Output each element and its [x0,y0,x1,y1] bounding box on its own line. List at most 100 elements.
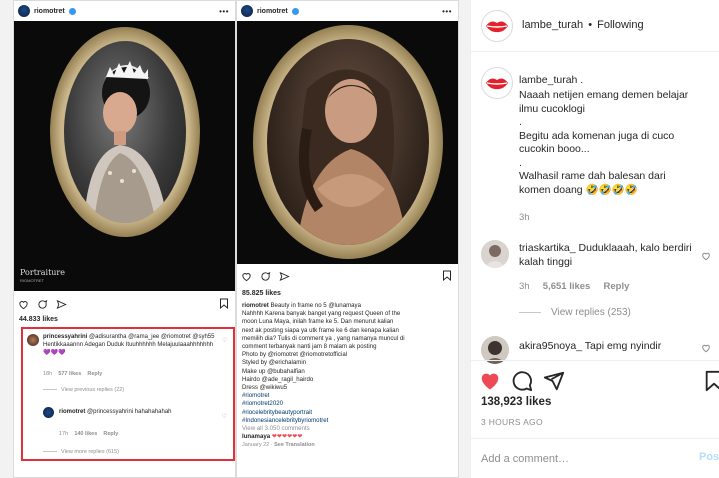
brand-watermark: Portraiture [20,268,65,277]
comment-reply: Reply [87,371,103,377]
more-options-icon: ••• [219,6,229,16]
ornate-frame [253,25,443,259]
post-actions [18,297,67,311]
view-replies-button[interactable]: View replies (253) [519,307,631,318]
comment-icon[interactable] [511,370,533,392]
woman-portrait-illustration [297,69,407,245]
bookmark-icon[interactable] [703,370,719,392]
heart-filled-icon[interactable] [479,370,501,392]
post-username: riomotret [34,7,65,15]
comment-text: princessyahrini @adisurantha @rama_jee @… [43,333,218,357]
post-actions [241,269,290,283]
caption-author: lambe_turah . [519,74,583,86]
caption-hashtag: #riomotret [242,392,270,400]
comment-likes[interactable]: 5,651 likes [543,281,591,292]
comment-username[interactable]: triaskartika_ [519,242,576,254]
avatar[interactable] [481,10,513,42]
caption-hashtag: #riocelebritybeautyportrait [242,408,313,416]
share-icon[interactable] [543,370,565,392]
bookmark-icon [443,270,451,281]
comment-meta: 18h 577 likes Reply [43,371,102,377]
caption-line: Make up @bubahalfian [242,367,305,375]
avatar[interactable] [481,240,509,268]
header-separator: • [588,19,593,31]
post-comment-button[interactable]: Post [699,451,719,463]
comment-body: @princessyahrini hahahahahah [87,409,172,415]
screenshot-post-right: riomotret ••• 85.825 likes riomotret Bea… [236,0,459,478]
share-icon [279,271,290,281]
header-username[interactable]: lambe_turah [522,19,583,31]
caption-line: Hairdo @ade_ragil_hairdo [242,375,314,383]
like-comment-icon: ♡ [221,414,227,420]
comment-bar: Post [471,438,719,478]
comment-time: 18h [43,371,53,377]
like-comment-icon[interactable] [701,343,711,353]
comment-username: lunamaya [242,433,271,441]
comment-time: 3h [519,281,530,292]
heart-icon [19,300,28,309]
user-photo [481,240,509,268]
caption-time: 3h [519,212,530,223]
caption-text: Naaah netijen emang demen belajar ilmu c… [519,89,689,196]
caption-line: comment terbanyak nanti jam 8 malam ak p… [242,343,377,351]
avatar [27,334,39,346]
caption-line: Nahhhh Karena banyak banget yang request… [242,310,401,318]
comment-meta: 3h 5,651 likes Reply [519,281,629,292]
comment-body: Tapi emg nyindir [584,340,662,352]
post-time: 3 HOURS AGO [481,417,543,427]
comment-icon [261,271,271,281]
comment-icon [38,299,48,309]
caption-line: memilih dia? Tulis di comment ya , yang … [242,334,405,342]
caption-line: Dress @wikiwu5 [242,384,288,392]
comment-likes: 577 likes [58,371,82,377]
woman-with-tiara-illustration [84,61,168,223]
reply-button[interactable]: Reply [604,281,630,292]
avatar [18,5,30,17]
likes-count[interactable]: 138,923 likes [481,396,551,408]
post-header: riomotret ••• [14,1,235,21]
post-header: lambe_turah • Following [471,0,719,52]
highlighted-comments: princessyahrini @adisurantha @rama_jee @… [21,327,235,461]
post-date: January 22 [242,442,270,449]
view-replies-label: View replies (253) [551,307,631,318]
brand-subtext: RIOMOTRET [20,278,44,283]
comment-username[interactable]: akira95noya_ [519,340,582,352]
following-button[interactable]: Following [597,19,643,31]
caption-hashtag: #riomotret2020 [242,400,283,408]
post-username: riomotret [257,7,288,15]
add-comment-input[interactable] [481,451,676,467]
post-sidebar: lambe_turah • Following lambe_turah . Na… [470,0,719,478]
caption-line: Styled by @erichalamin [242,359,307,367]
comment-username: riomotret [59,409,86,415]
like-comment-icon: ♡ [221,338,227,344]
comment-time: 17h [59,431,69,437]
caption-hashtag: #Indonesiancelebritybyriomotret [242,416,329,424]
verified-icon [291,7,299,15]
likes-count: 44.833 likes [19,316,58,323]
caption-suffix: . [580,74,584,86]
likes-count: 85.825 likes [242,290,281,297]
portrait-photo: Portraiture RIOMOTRET [14,21,235,291]
avatar[interactable] [481,67,513,99]
lips-logo-icon [486,21,508,33]
view-previous-label: View previous replies (22) [61,387,125,393]
like-comment-icon[interactable] [701,251,711,261]
caption-line: moon Luna Maya, inilah frame ke 5. Dan m… [242,318,394,326]
comment-text: ❤❤❤❤❤❤ [271,433,303,441]
caption-line: Beauty in frame no 5 @lunamaya [270,302,361,309]
post-media: riomotret ••• Portraiture RIOMOTRET 44.8… [0,0,470,478]
caption-username[interactable]: lambe_turah [519,74,577,86]
comment-username: princessyahrini [43,334,88,340]
framed-portrait [64,41,186,223]
view-more-replies: View more replies (615) [43,449,119,455]
replies-line [519,312,541,313]
portrait-photo [237,21,458,264]
view-all-comments: View all 3.050 comments [242,425,310,433]
lips-logo-icon [486,78,508,90]
verified-icon [68,7,76,15]
action-bar [471,360,719,400]
comment-meta: 17h 140 likes Reply [59,431,118,437]
ornate-frame [50,27,200,237]
caption-line: Photo by @riomotret @riomotretofficial [242,351,348,359]
heart-icon [242,272,251,281]
